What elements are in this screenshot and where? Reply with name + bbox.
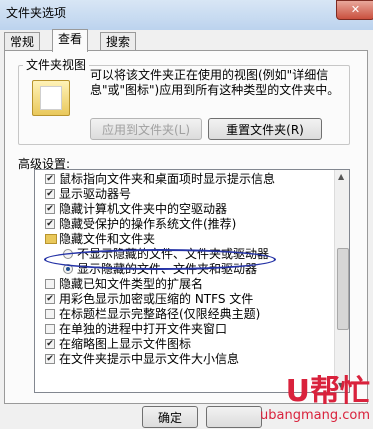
checkbox-checked-icon[interactable]: ✔ <box>45 174 55 184</box>
list-item[interactable]: 在单独的进程中打开文件夹窗口 <box>35 322 335 337</box>
list-item[interactable]: ✔ 在文件夹提示中显示文件大小信息 <box>35 352 335 367</box>
checkbox-checked-icon[interactable]: ✔ <box>45 339 55 349</box>
vertical-scrollbar[interactable]: ▲ ▼ <box>334 170 349 392</box>
watermark-brand: U帮忙 <box>285 374 370 409</box>
apply-to-folders-button[interactable]: 应用到文件夹(L) <box>90 118 202 140</box>
list-item[interactable]: ✔ 隐藏受保护的操作系统文件(推荐) <box>35 217 335 232</box>
window-title: 文件夹选项 <box>6 6 67 20</box>
checkbox-checked-icon[interactable]: ✔ <box>45 204 55 214</box>
reset-folders-button[interactable]: 重置文件夹(R) <box>208 118 322 140</box>
watermark-logo: U帮忙 ubangmang.com <box>240 375 370 425</box>
list-item[interactable]: ✔ 隐藏计算机文件夹中的空驱动器 <box>35 202 335 217</box>
folder-icon <box>45 234 57 244</box>
close-icon[interactable]: ✕ <box>351 3 360 16</box>
list-item[interactable]: 在标题栏显示完整路径(仅限经典主题) <box>35 307 335 322</box>
list-item[interactable]: 隐藏已知文件类型的扩展名 <box>35 277 335 292</box>
highlight-annotation <box>44 249 276 270</box>
checkbox-unchecked-icon[interactable] <box>45 279 55 289</box>
checkbox-unchecked-icon[interactable] <box>45 309 55 319</box>
tab-search[interactable]: 搜索 <box>100 32 137 51</box>
checkbox-checked-icon[interactable]: ✔ <box>45 294 55 304</box>
checkbox-unchecked-icon[interactable] <box>45 324 55 334</box>
folder-views-description: 可以将该文件夹正在使用的视图(例如"详细信息"或"图标")应用到所有这种类型的文… <box>90 68 340 97</box>
tab-view[interactable]: 查看 <box>52 29 89 52</box>
folder-view-icon <box>32 80 70 116</box>
checkbox-checked-icon[interactable]: ✔ <box>45 219 55 229</box>
list-item[interactable]: ✔ 鼠标指向文件夹和桌面项时显示提示信息 <box>35 172 335 187</box>
watermark-url: ubangmang.com <box>260 408 370 423</box>
checkbox-checked-icon[interactable]: ✔ <box>45 354 55 364</box>
list-item[interactable]: ✔ 显示驱动器号 <box>35 187 335 202</box>
list-item: 隐藏文件和文件夹 <box>35 232 335 247</box>
checkbox-checked-icon[interactable]: ✔ <box>45 189 55 199</box>
close-button[interactable]: ✕ <box>336 0 373 20</box>
scroll-up-icon[interactable]: ▲ <box>338 172 344 181</box>
title-bar: 文件夹选项 ✕ <box>0 0 373 30</box>
tab-general[interactable]: 常规 <box>4 32 41 51</box>
advanced-settings-list[interactable]: ✔ 鼠标指向文件夹和桌面项时显示提示信息 ✔ 显示驱动器号 ✔ 隐藏计算机文件夹… <box>34 169 350 393</box>
list-item[interactable]: ✔ 用彩色显示加密或压缩的 NTFS 文件 <box>35 292 335 307</box>
scrollbar-thumb[interactable] <box>337 248 349 330</box>
ok-button[interactable]: 确定 <box>142 406 198 428</box>
folder-views-legend: 文件夹视图 <box>23 56 90 73</box>
list-item[interactable]: ✔ 在缩略图上显示文件图标 <box>35 337 335 352</box>
